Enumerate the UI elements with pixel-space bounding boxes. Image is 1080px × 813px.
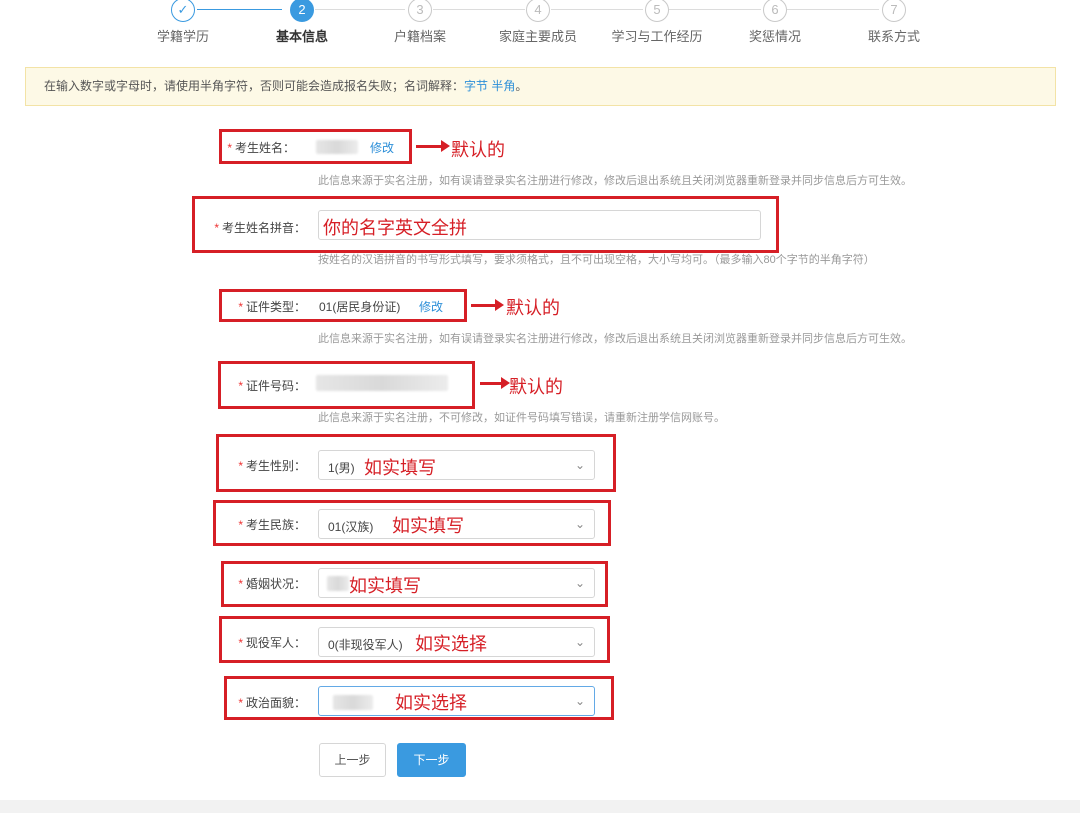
step-label: 学籍学历 [156, 29, 209, 44]
step-connector [551, 9, 643, 10]
id-type-label-text: 证件类型： [245, 300, 306, 314]
step-connector [669, 9, 761, 10]
step-label: 学习与工作经历 [611, 29, 703, 44]
required-mark: * [238, 459, 243, 473]
step-number: 7 [882, 0, 906, 22]
step-number: 3 [408, 0, 432, 22]
name-help: 此信息来源于实名注册，如有误请登录实名注册进行修改，修改后退出系统且关闭浏览器重… [318, 175, 912, 187]
required-mark: * [214, 221, 219, 235]
redacted-marital [327, 576, 349, 591]
annotation-pinyin-hint: 你的名字英文全拼 [323, 218, 467, 238]
step-connector [315, 9, 405, 10]
chevron-down-icon: ⌄ [574, 576, 585, 590]
gender-selected-value: 1(男) [328, 461, 355, 475]
chevron-down-icon: ⌄ [574, 517, 585, 531]
marital-label: * 婚姻状况： [196, 575, 306, 592]
step-connector [197, 9, 282, 10]
prev-step-button[interactable]: 上一步 [319, 743, 386, 777]
gender-select[interactable]: 1(男) ⌄ [318, 450, 595, 480]
next-step-button[interactable]: 下一步 [397, 743, 466, 777]
required-mark: * [238, 518, 243, 532]
id-type-help: 此信息来源于实名注册，如有误请登录实名注册进行修改，修改后退出系统且关闭浏览器重… [318, 333, 912, 345]
id-number-help: 此信息来源于实名注册，不可修改，如证件号码填写错误，请重新注册学信网账号。 [318, 412, 725, 424]
ethnicity-label: * 考生民族： [196, 516, 306, 533]
annotation-fill-ethnicity: 如实填写 [392, 516, 464, 536]
annotation-arrow [416, 140, 450, 152]
step-label: 联系方式 [867, 29, 920, 44]
annotation-default-id-type: 默认的 [506, 298, 560, 318]
chevron-down-icon: ⌄ [574, 458, 585, 472]
required-mark: * [227, 141, 232, 155]
annotation-arrow [480, 377, 510, 389]
annotation-fill-marital: 如实填写 [349, 576, 421, 596]
redacted-political [333, 695, 373, 710]
name-label: * 考生姓名： [185, 139, 295, 156]
military-label: * 现役军人： [196, 634, 306, 651]
page-footer-strip [0, 800, 1080, 813]
id-number-label-text: 证件号码： [245, 379, 306, 393]
glossary-link-halfwidth[interactable]: 半角 [491, 79, 515, 93]
name-label-text: 考生姓名： [234, 141, 295, 155]
political-label-text: 政治面貌： [245, 696, 306, 710]
redacted-name [316, 140, 358, 154]
required-mark: * [238, 636, 243, 650]
chevron-down-icon: ⌄ [574, 635, 585, 649]
edit-id-type-link[interactable]: 修改 [419, 298, 443, 315]
step-number: 6 [763, 0, 787, 22]
gender-label-text: 考生性别： [245, 459, 306, 473]
step-label: 基本信息 [275, 29, 328, 44]
id-type-value: 01(居民身份证) [319, 300, 401, 314]
required-mark: * [238, 300, 243, 314]
pinyin-label: * 考生姓名拼音： [196, 219, 306, 236]
step-label: 家庭主要成员 [498, 29, 577, 44]
check-icon: ✓ [171, 0, 195, 22]
annotation-choose-political: 如实选择 [395, 693, 467, 713]
gender-label: * 考生性别： [196, 457, 306, 474]
notice-end: 。 [515, 79, 528, 93]
ethnicity-label-text: 考生民族： [245, 518, 306, 532]
pinyin-label-text: 考生姓名拼音： [221, 221, 306, 235]
step-number: 2 [290, 0, 314, 22]
step-label: 户籍档案 [393, 29, 446, 44]
progress-stepper: ✓ 学籍学历 2 基本信息 3 户籍档案 4 家庭主要成员 5 学习与工作经历 … [0, 0, 1080, 50]
annotation-fill-gender: 如实填写 [364, 458, 436, 478]
annotation-arrow [471, 299, 504, 311]
pinyin-help: 按姓名的汉语拼音的书写形式填写，要求须格式，且不可出现空格，大小写均可。（最多输… [318, 254, 875, 266]
redacted-id-number [316, 375, 448, 391]
political-label: * 政治面貌： [196, 694, 306, 711]
step-connector [787, 9, 879, 10]
marital-label-text: 婚姻状况： [245, 577, 306, 591]
step-label: 奖惩情况 [748, 29, 801, 44]
annotation-default-name: 默认的 [451, 140, 505, 160]
id-type-label: * 证件类型： [196, 298, 306, 315]
annotation-choose-military: 如实选择 [415, 634, 487, 654]
notice-text: 在输入数字或字母时，请使用半角字符，否则可能会造成报名失败；名词解释： [44, 79, 465, 93]
glossary-link-byte[interactable]: 字节 [464, 79, 488, 93]
step-number: 4 [526, 0, 550, 22]
annotation-default-id-number: 默认的 [509, 377, 563, 397]
military-label-text: 现役军人： [245, 636, 306, 650]
required-mark: * [238, 696, 243, 710]
edit-name-link[interactable]: 修改 [370, 139, 394, 156]
step-number: 5 [645, 0, 669, 22]
chevron-down-icon: ⌄ [574, 694, 585, 708]
halfwidth-notice: 在输入数字或字母时，请使用半角字符，否则可能会造成报名失败；名词解释：字节 半角… [25, 67, 1056, 106]
ethnicity-selected-value: 01(汉族) [328, 520, 374, 534]
id-number-label: * 证件号码： [196, 377, 306, 394]
step-connector [433, 9, 525, 10]
required-mark: * [238, 577, 243, 591]
military-selected-value: 0(非现役军人) [328, 638, 403, 652]
required-mark: * [238, 379, 243, 393]
